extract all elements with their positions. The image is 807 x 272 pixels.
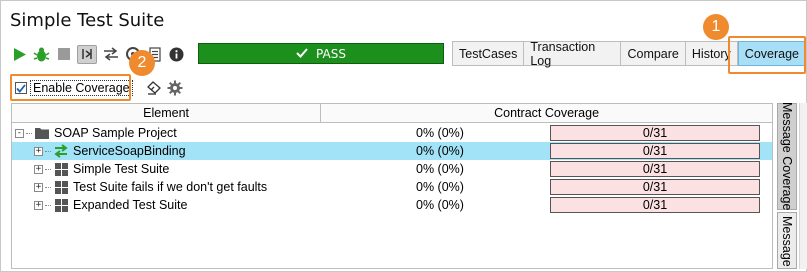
gear-icon[interactable] — [167, 80, 183, 96]
coverage-bar: 0/31 — [550, 161, 760, 177]
side-tab-message-coverage[interactable]: Message Coverage — [777, 102, 797, 211]
coverage-bar: 0/31 — [550, 197, 760, 213]
row-label: Simple Test Suite — [73, 162, 170, 176]
interface-icon — [54, 144, 68, 158]
coverage-percent: 0% (0%) — [416, 180, 464, 194]
info-icon[interactable] — [168, 46, 185, 63]
row-label: SOAP Sample Project — [54, 126, 177, 140]
tab-compare[interactable]: Compare — [621, 41, 686, 66]
tab-testcases[interactable]: TestCases — [452, 41, 525, 66]
table-row[interactable]: + Expanded Test Suite 0% (0%) 0/31 — [12, 196, 772, 214]
coverage-bar: 0/31 — [550, 125, 760, 141]
folder-icon — [35, 126, 49, 140]
test-suite-icon — [54, 198, 68, 212]
bug-icon[interactable] — [33, 46, 50, 63]
row-label: Test Suite fails if we don't get faults — [73, 180, 268, 194]
test-suite-icon — [54, 180, 68, 194]
row-label: Expanded Test Suite — [73, 198, 188, 212]
expand-icon[interactable]: + — [34, 182, 43, 192]
coverage-percent: 0% (0%) — [416, 198, 464, 212]
callout-badge-2: 2 — [129, 50, 155, 76]
grid-header: Element Contract Coverage — [12, 104, 772, 123]
expand-icon[interactable]: + — [34, 164, 43, 174]
table-row[interactable]: - SOAP Sample Project 0% (0%) 0/31 — [12, 124, 772, 142]
test-suite-icon — [54, 162, 68, 176]
side-tab-strip: Message Coverage Message — [777, 102, 797, 269]
row-label: ServiceSoapBinding — [73, 144, 186, 158]
tab-transaction-log[interactable]: Transaction Log — [524, 40, 622, 68]
test-suite-window: Simple Test Suite PASS TestCases Transac… — [0, 0, 807, 272]
side-tab-message[interactable]: Message — [777, 212, 797, 269]
callout-badge-1: 1 — [703, 14, 729, 40]
toggle-icon[interactable] — [77, 44, 97, 64]
callout-box-coverage-tab — [728, 36, 806, 74]
coverage-tools — [146, 80, 188, 96]
column-header-element[interactable]: Element — [12, 104, 322, 122]
callout-box-enable-coverage — [10, 74, 131, 101]
coverage-bar: 0/31 — [550, 143, 760, 159]
coverage-percent: 0% (0%) — [416, 144, 464, 158]
table-row[interactable]: + Simple Test Suite 0% (0%) 0/31 — [12, 160, 772, 178]
check-icon — [296, 47, 308, 61]
table-row[interactable]: + ServiceSoapBinding 0% (0%) 0/31 — [12, 142, 772, 160]
toolbar — [11, 43, 190, 65]
table-row[interactable]: + Test Suite fails if we don't get fault… — [12, 178, 772, 196]
loop-icon[interactable] — [102, 46, 119, 63]
coverage-percent: 0% (0%) — [416, 162, 464, 176]
run-icon[interactable] — [11, 46, 28, 63]
collapse-icon[interactable]: - — [15, 128, 24, 138]
status-text: PASS — [316, 46, 346, 61]
expand-icon[interactable]: + — [34, 200, 43, 210]
expand-icon[interactable]: + — [34, 146, 43, 156]
eraser-icon[interactable] — [146, 80, 162, 96]
window-title: Simple Test Suite — [10, 10, 165, 31]
coverage-percent: 0% (0%) — [416, 126, 464, 140]
coverage-bar: 0/31 — [550, 179, 760, 195]
status-bar: PASS — [198, 43, 444, 64]
stop-icon[interactable] — [55, 46, 72, 63]
vertical-scrollbar[interactable] — [799, 103, 807, 269]
coverage-grid: Element Contract Coverage - SOAP Sample … — [11, 103, 773, 269]
column-header-contract-coverage[interactable]: Contract Coverage — [321, 104, 772, 122]
